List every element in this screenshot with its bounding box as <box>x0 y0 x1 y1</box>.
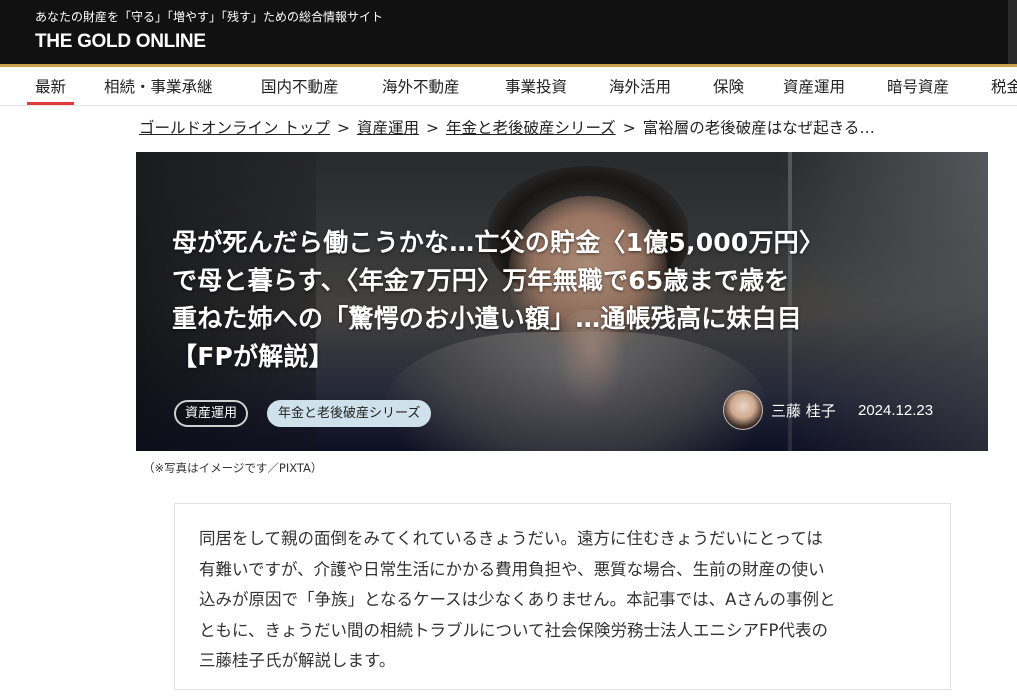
nav-item-tax[interactable]: 税金 <box>991 75 1017 97</box>
nav-item-overseas-realestate[interactable]: 海外不動産 <box>382 75 460 97</box>
nav-item-domestic-realestate[interactable]: 国内不動産 <box>261 75 339 97</box>
summary-line: 込みが原因で「争族」となるケースは少なくありません。本記事では、Aさんの事例と <box>199 590 836 609</box>
nav-item-latest[interactable]: 最新 <box>26 75 75 105</box>
breadcrumb: ゴールドオンライン トップ > 資産運用 > 年金と老後破産シリーズ > 富裕層の老後破産は… <box>139 116 875 138</box>
scrollbar-track[interactable] <box>1008 0 1017 64</box>
site-tagline: あなたの財産を「守る」「増やす」「残す」ための総合情報サイト <box>35 10 384 24</box>
article-title-line: 【FPが解説】 <box>172 342 334 371</box>
nav-item-inheritance[interactable]: 相続・事業承継 <box>104 75 213 97</box>
article-title-line: 母が死んだら働こうかな…亡父の貯金〈1億5,000万円〉 <box>172 228 825 257</box>
article-summary: 同居をして親の面倒をみてくれているきょうだい。遠方に住むきょうだいにとっては 有… <box>174 503 951 690</box>
author-name[interactable]: 三藤 桂子 <box>771 400 836 421</box>
author-avatar[interactable] <box>723 390 763 430</box>
nav-item-asset-management[interactable]: 資産運用 <box>783 75 845 97</box>
nav-item-insurance[interactable]: 保険 <box>713 75 744 97</box>
publish-date: 2024.12.23 <box>858 402 934 419</box>
breadcrumb-separator: > <box>336 119 350 137</box>
photo-caption: （※写真はイメージです／PIXTA） <box>143 461 323 475</box>
site-header: あなたの財産を「守る」「増やす」「残す」ための総合情報サイト THE GOLD … <box>0 0 1017 64</box>
tag-asset-management[interactable]: 資産運用 <box>174 400 249 427</box>
article-hero: 母が死んだら働こうかな…亡父の貯金〈1億5,000万円〉 で母と暮らす、〈年金7… <box>136 152 988 451</box>
breadcrumb-link-top[interactable]: ゴールドオンライン トップ <box>139 119 330 137</box>
summary-line: 有難いですが、介護や日常生活にかかる費用負担や、悪質な場合、生前の財産の使い <box>199 559 825 579</box>
summary-line: 同居をして親の面倒をみてくれているきょうだい。遠方に住むきょうだいにとっては <box>199 529 823 548</box>
breadcrumb-separator: > <box>622 119 636 137</box>
article-title-line: 重ねた姉への「驚愕のお小遣い額」…通帳残高に妹白目 <box>172 304 803 333</box>
summary-text: 同居をして親の面倒をみてくれているきょうだい。遠方に住むきょうだいにとっては 有… <box>199 524 929 677</box>
summary-line: 三藤桂子氏が解説します。 <box>199 651 396 670</box>
site-logo[interactable]: THE GOLD ONLINE <box>35 31 206 53</box>
article-title: 母が死んだら働こうかな…亡父の貯金〈1億5,000万円〉 で母と暮らす、〈年金7… <box>172 224 962 376</box>
breadcrumb-separator: > <box>425 119 439 137</box>
breadcrumb-link-series[interactable]: 年金と老後破産シリーズ <box>446 119 616 137</box>
breadcrumb-link-asset[interactable]: 資産運用 <box>357 119 419 137</box>
nav-item-overseas-use[interactable]: 海外活用 <box>609 75 671 97</box>
breadcrumb-current: 富裕層の老後破産はなぜ起きる… <box>642 119 875 137</box>
article-title-line: で母と暮らす、〈年金7万円〉万年無職で65歳まで歳を <box>172 266 790 295</box>
tag-pension-series[interactable]: 年金と老後破産シリーズ <box>267 400 432 427</box>
nav-item-business-investment[interactable]: 事業投資 <box>505 75 567 97</box>
nav-item-crypto[interactable]: 暗号資産 <box>887 75 949 97</box>
summary-line: ともに、きょうだい間の相続トラブルについて社会保険労務士法人エニシアFP代表の <box>199 620 828 640</box>
category-nav: 最新 相続・事業承継 国内不動産 海外不動産 事業投資 海外活用 保険 資産運用… <box>0 67 1017 106</box>
